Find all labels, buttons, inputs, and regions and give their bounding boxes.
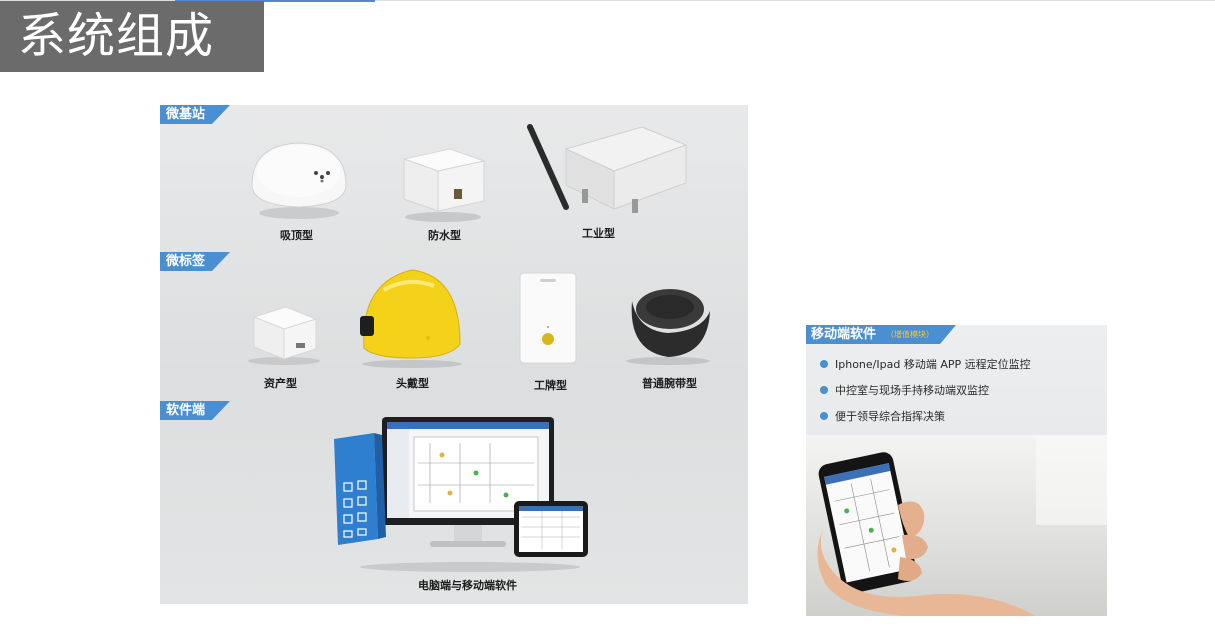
item-caption: 工牌型 [534,379,567,392]
section-tag-tags: 微标签 [160,252,230,271]
item-caption: 防水型 [428,229,461,242]
waterproof-base-station-image [402,148,486,222]
mobile-software-header: 移动端软件 （增值模块） [806,325,956,344]
asset-tag-image [248,306,320,365]
value-added-badge: （增值模块） [886,330,934,339]
hand-holding-phone-photo [806,435,1107,616]
mobile-software-panel: 移动端软件 （增值模块） Iphone/Ipad 移动端 APP 远程定位监控 … [806,325,1107,616]
section-label: 微基站 [166,107,206,122]
section-tag-software: 软件端 [160,401,230,420]
item-caption: 头戴型 [396,377,429,390]
feature-bullet: 中控室与现场手持移动端双监控 [820,382,989,398]
item-caption: 电脑端与移动端软件 [418,579,517,592]
helmet-tag-image [360,269,462,368]
bullet-dot-icon [820,360,828,368]
item-caption: 普通腕带型 [642,377,697,390]
software-product-image [334,417,588,572]
feature-bullet: Iphone/Ipad 移动端 APP 远程定位监控 [820,356,1031,372]
mobile-software-title: 移动端软件 [811,327,877,342]
badge-tag-image [519,272,577,364]
feature-bullet: 便于领导综合指挥决策 [820,408,945,424]
bullet-dot-icon [820,412,828,420]
item-caption: 资产型 [264,377,297,390]
industrial-base-station-image [527,124,688,213]
section-tag-base-station: 微基站 [160,105,230,124]
wristband-tag-image [626,289,710,365]
page-title: 系统组成 [18,8,215,64]
section-label: 微标签 [166,254,206,269]
ceiling-base-station-image [251,142,347,219]
system-components-panel: 微基站 微标签 软件端 吸顶型 防水型 工业型 资产型 头戴型 工牌型 普通腕带… [160,105,748,604]
bullet-dot-icon [820,386,828,394]
item-caption: 吸顶型 [280,229,313,242]
section-label: 软件端 [166,403,206,418]
page-title-banner: 系统组成 [0,1,264,72]
item-caption: 工业型 [582,227,615,240]
